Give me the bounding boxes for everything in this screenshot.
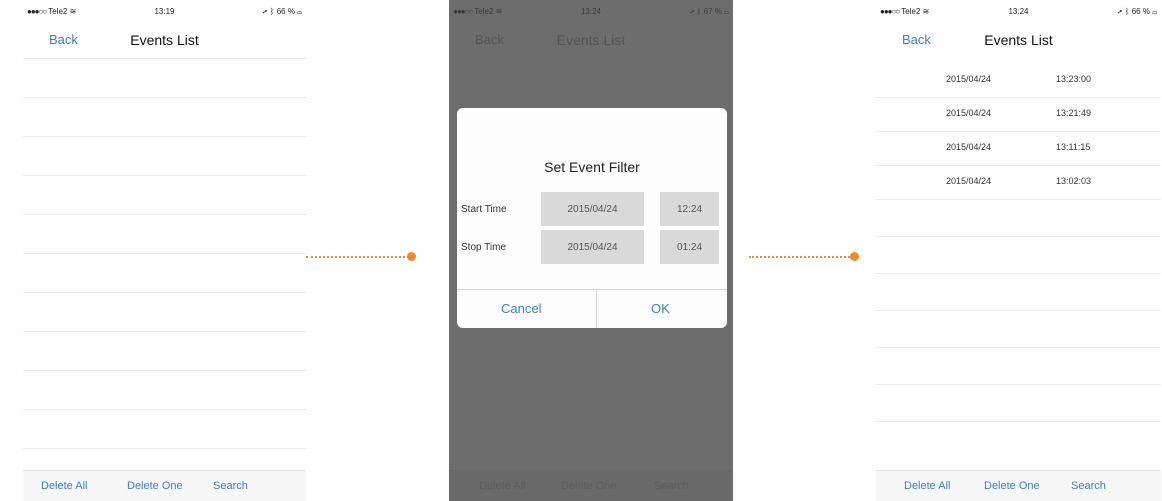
dialog-button-row: Cancel OK xyxy=(457,289,727,328)
stop-time-field[interactable]: 01:24 xyxy=(660,230,719,264)
list-separator xyxy=(23,253,306,254)
event-date: 2015/04/24 xyxy=(946,108,992,118)
event-time: 13:02:03 xyxy=(1056,176,1092,186)
list-separator xyxy=(876,421,1161,422)
list-separator xyxy=(876,199,1161,200)
search-button: Search xyxy=(654,480,689,492)
bottom-toolbar: Delete All Delete One Search xyxy=(449,470,733,501)
start-time-label: Start Time xyxy=(461,204,507,215)
bluetooth-icon: ᛒ xyxy=(696,7,702,16)
location-arrow-icon: ➚ xyxy=(262,7,268,16)
flow-connector-dot xyxy=(407,252,416,261)
cancel-button[interactable]: Cancel xyxy=(501,301,541,316)
page-title: Events List xyxy=(556,32,626,48)
bluetooth-icon: ᛒ xyxy=(269,7,275,16)
event-time: 13:23:00 xyxy=(1056,74,1092,84)
list-separator xyxy=(23,214,306,215)
location-arrow-icon: ➚ xyxy=(1117,7,1123,16)
status-bar: ●●●○○ Tele2 ≋ 13:24 ➚ ᛒ 66 % ▭ xyxy=(876,0,1161,22)
flow-connector xyxy=(306,256,409,258)
battery-percent: 66 % xyxy=(1131,7,1150,16)
list-separator xyxy=(23,331,306,332)
battery-icon: ▭ xyxy=(297,7,302,16)
phone-screen-filter-dialog: ●●●○○ Tele2 ≋ 13:24 ➚ ᛒ 67 % ▭ Back Even… xyxy=(449,0,733,501)
list-separator xyxy=(23,136,306,137)
list-item[interactable]: 2015/04/24 13:23:00 xyxy=(876,64,1161,98)
stop-time-label: Stop Time xyxy=(461,242,507,253)
start-date-field[interactable]: 2015/04/24 xyxy=(541,192,644,226)
list-item[interactable]: 2015/04/24 13:11:15 xyxy=(876,132,1161,166)
page-title: Events List xyxy=(984,32,1053,48)
dialog-title: Set Event Filter xyxy=(544,159,640,175)
search-button[interactable]: Search xyxy=(1071,480,1106,492)
bluetooth-icon: ᛒ xyxy=(1124,7,1130,16)
list-separator xyxy=(876,310,1161,311)
flow-connector-dot xyxy=(850,252,859,261)
delete-all-button: Delete All xyxy=(479,480,526,492)
navigation-bar: Back Events List xyxy=(876,22,1161,56)
list-item[interactable]: 2015/04/24 13:21:49 xyxy=(876,98,1161,132)
list-separator xyxy=(876,347,1161,348)
delete-one-button: Delete One xyxy=(561,480,617,492)
stop-date-field[interactable]: 2015/04/24 xyxy=(541,230,644,264)
navigation-bar: Back Events List xyxy=(23,22,306,56)
page-title: Events List xyxy=(130,32,199,48)
start-time-field[interactable]: 12:24 xyxy=(660,192,719,226)
battery-percent: 66 % xyxy=(276,7,295,16)
list-separator xyxy=(23,409,306,410)
button-divider xyxy=(596,290,597,328)
list-separator xyxy=(23,97,306,98)
delete-all-button[interactable]: Delete All xyxy=(41,480,87,492)
phone-screen-filtered-list: ●●●○○ Tele2 ≋ 13:24 ➚ ᛒ 66 % ▭ Back Even… xyxy=(876,0,1161,501)
list-separator xyxy=(876,236,1161,237)
event-date: 2015/04/24 xyxy=(946,142,992,152)
list-separator xyxy=(23,370,306,371)
delete-one-button[interactable]: Delete One xyxy=(127,480,183,492)
event-date: 2015/04/24 xyxy=(946,74,992,84)
flow-connector xyxy=(749,256,853,258)
location-arrow-icon: ➚ xyxy=(689,7,695,16)
list-separator xyxy=(23,292,306,293)
list-separator xyxy=(23,448,306,449)
status-bar: ●●●○○ Tele2 ≋ 13:19 ➚ ᛒ 66 % ▭ xyxy=(23,0,306,22)
event-time: 13:11:15 xyxy=(1056,142,1091,152)
battery-percent: 67 % xyxy=(703,7,722,16)
battery-icon: ▭ xyxy=(1152,7,1157,16)
list-item[interactable]: 2015/04/24 13:02:03 xyxy=(876,166,1161,200)
search-button[interactable]: Search xyxy=(213,480,248,492)
phone-screen-empty-list: ●●●○○ Tele2 ≋ 13:19 ➚ ᛒ 66 % ▭ Back Even… xyxy=(23,0,306,501)
navigation-bar: Back Events List xyxy=(449,22,733,56)
status-bar: ●●●○○ Tele2 ≋ 13:24 ➚ ᛒ 67 % ▭ xyxy=(449,0,733,22)
event-date: 2015/04/24 xyxy=(946,176,992,186)
delete-all-button[interactable]: Delete All xyxy=(904,480,950,492)
list-separator xyxy=(23,58,306,59)
battery-icon: ▭ xyxy=(724,7,729,16)
bottom-toolbar: Delete All Delete One Search xyxy=(23,470,306,501)
event-filter-dialog: Set Event Filter Start Time 2015/04/24 1… xyxy=(457,108,727,328)
list-separator xyxy=(876,273,1161,274)
bottom-toolbar: Delete All Delete One Search xyxy=(876,470,1161,501)
list-separator xyxy=(876,384,1161,385)
event-time: 13:21:49 xyxy=(1056,108,1092,118)
list-separator xyxy=(23,175,306,176)
delete-one-button[interactable]: Delete One xyxy=(984,480,1040,492)
ok-button[interactable]: OK xyxy=(651,301,670,316)
